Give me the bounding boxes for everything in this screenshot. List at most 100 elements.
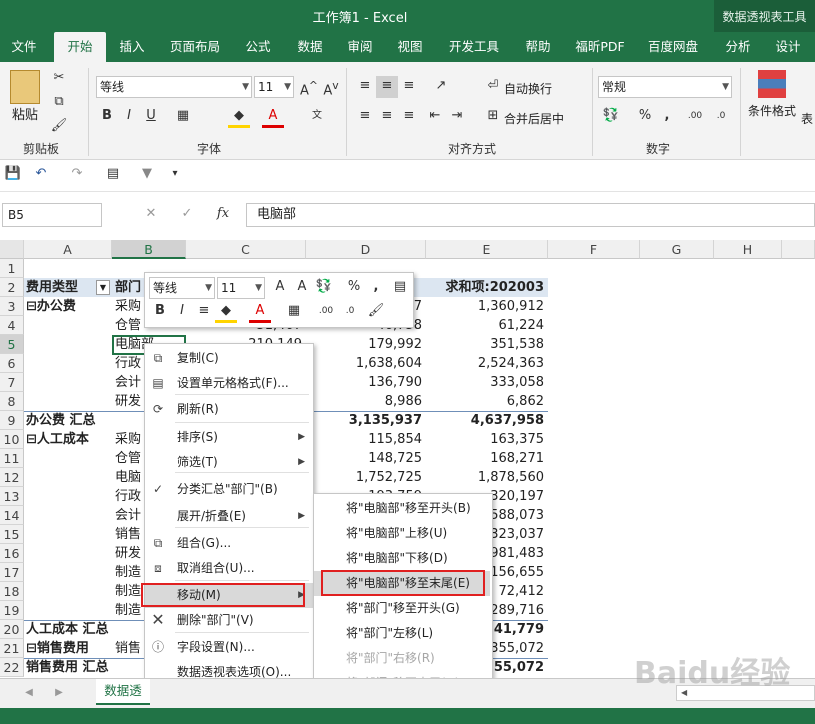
- wrap-text-button[interactable]: 自动换行: [504, 80, 552, 97]
- column-header-d[interactable]: D: [306, 240, 426, 259]
- filter-dropdown-icon[interactable]: ▼: [96, 280, 110, 295]
- field-header-dept[interactable]: 部门: [115, 278, 141, 297]
- accounting-format-icon[interactable]: 💱: [600, 106, 622, 128]
- pivot-cell-e8[interactable]: 6,862: [426, 392, 548, 411]
- tab-help[interactable]: 帮助: [516, 32, 560, 62]
- filter-icon[interactable]: ▼: [136, 164, 158, 186]
- row-header[interactable]: 4: [0, 316, 24, 335]
- pivot-cell-d9[interactable]: 3,135,937: [306, 411, 426, 430]
- font-color-icon[interactable]: A: [262, 106, 284, 128]
- column-header-e[interactable]: E: [426, 240, 548, 259]
- number-format-combo[interactable]: 常规 ▼: [598, 76, 732, 98]
- cancel-icon[interactable]: ✕: [140, 204, 162, 226]
- prev-sheet-icon[interactable]: ◀: [18, 683, 40, 705]
- context-menu-item[interactable]: ⧉ 组合(G)...: [145, 531, 313, 556]
- row-header[interactable]: 3: [0, 297, 24, 316]
- column-header-f[interactable]: F: [548, 240, 640, 259]
- mini-grow-font-icon[interactable]: A: [269, 277, 291, 299]
- pivot-cell-d7[interactable]: 136,790: [306, 373, 426, 392]
- context-menu-item[interactable]: 展开/折叠(E) ▶: [145, 504, 313, 529]
- mini-font-color-icon[interactable]: A: [249, 301, 271, 323]
- row-header[interactable]: 20: [0, 620, 24, 639]
- cut-icon[interactable]: ✂: [48, 68, 70, 90]
- row-header[interactable]: 17: [0, 563, 24, 582]
- submenu-item[interactable]: 将"部门"左移(L): [314, 621, 490, 646]
- grow-font-icon[interactable]: A^: [298, 76, 320, 98]
- pivot-cell-d8[interactable]: 8,986: [306, 392, 426, 411]
- borders-icon[interactable]: ▦: [172, 106, 194, 128]
- row-header[interactable]: 11: [0, 449, 24, 468]
- column-header-i[interactable]: [782, 240, 815, 259]
- align-middle-icon[interactable]: ≡: [376, 76, 398, 98]
- redo-icon[interactable]: ↷: [66, 164, 88, 186]
- row-header[interactable]: 13: [0, 487, 24, 506]
- mini-borders-icon[interactable]: ▦: [283, 301, 305, 323]
- tab-page-layout[interactable]: 页面布局: [162, 32, 228, 62]
- tab-view[interactable]: 视图: [388, 32, 432, 62]
- align-right-icon[interactable]: ≡: [398, 106, 420, 128]
- decrease-decimal-icon[interactable]: .0: [710, 106, 732, 128]
- comma-style-icon[interactable]: ,: [656, 106, 678, 128]
- mini-fill-color-icon[interactable]: ◆: [215, 301, 237, 323]
- fill-color-icon[interactable]: ◆: [228, 106, 250, 128]
- tab-foxit-pdf[interactable]: 福昕PDF: [568, 32, 632, 62]
- context-menu-item[interactable]: ✕ 删除"部门"(V): [145, 608, 313, 633]
- row-header[interactable]: 22: [0, 658, 24, 677]
- column-header-a[interactable]: A: [24, 240, 112, 259]
- context-menu-item[interactable]: ✓ 分类汇总"部门"(B): [145, 477, 313, 502]
- field-header-sum[interactable]: 求和项:202003: [426, 278, 548, 297]
- submenu-item[interactable]: 将"部门"移至开头(G): [314, 596, 490, 621]
- decrease-indent-icon[interactable]: ⇤: [424, 106, 446, 128]
- submenu-item[interactable]: 将"电脑部"上移(U): [314, 521, 490, 546]
- save-icon[interactable]: 💾: [2, 164, 24, 186]
- pivot-cell-a20[interactable]: 人工成本 汇总: [26, 620, 114, 639]
- tab-insert[interactable]: 插入: [110, 32, 154, 62]
- merge-center-icon[interactable]: ⊞: [482, 106, 504, 128]
- pivot-cell-d5[interactable]: 179,992: [306, 335, 426, 354]
- pivot-cell-d6[interactable]: 1,638,604: [306, 354, 426, 373]
- conditional-formatting-button[interactable]: 条件格式: [748, 102, 796, 119]
- copy-icon[interactable]: ⧉: [48, 92, 70, 114]
- row-header[interactable]: 7: [0, 373, 24, 392]
- row-header[interactable]: 16: [0, 544, 24, 563]
- row-header[interactable]: 1: [0, 259, 24, 278]
- paste-button[interactable]: 粘贴: [12, 104, 38, 123]
- align-left-icon[interactable]: ≡: [354, 106, 376, 128]
- row-header[interactable]: 6: [0, 354, 24, 373]
- underline-icon[interactable]: U: [140, 106, 162, 128]
- row-header[interactable]: 14: [0, 506, 24, 525]
- pivot-cell-e6[interactable]: 2,524,363: [426, 354, 548, 373]
- pivot-cell-a22[interactable]: 销售费用 汇总: [26, 658, 114, 677]
- increase-decimal-icon[interactable]: .00: [684, 106, 706, 128]
- shrink-font-icon[interactable]: Av: [320, 76, 342, 98]
- align-center-icon[interactable]: ≡: [376, 106, 398, 128]
- row-header[interactable]: 15: [0, 525, 24, 544]
- row-header[interactable]: 5: [0, 335, 24, 354]
- align-top-icon[interactable]: ≡: [354, 76, 376, 98]
- tab-developer[interactable]: 开发工具: [440, 32, 508, 62]
- percent-icon[interactable]: %: [634, 106, 656, 128]
- tab-file[interactable]: 文件: [0, 32, 48, 62]
- tab-review[interactable]: 审阅: [340, 32, 380, 62]
- context-menu-item[interactable]: ⓘ 字段设置(N)...: [145, 635, 313, 660]
- pivot-cell-a10[interactable]: ⊟人工成本: [26, 430, 114, 449]
- mini-format-table-icon[interactable]: ▤: [389, 277, 411, 299]
- row-header[interactable]: 18: [0, 582, 24, 601]
- mini-bold-icon[interactable]: B: [149, 301, 171, 323]
- tab-data[interactable]: 数据: [288, 32, 332, 62]
- pivot-cell-d11[interactable]: 148,725: [306, 449, 426, 468]
- tab-design[interactable]: 设计: [766, 32, 810, 62]
- mini-percent-icon[interactable]: %: [343, 277, 365, 299]
- tab-home[interactable]: 开始: [54, 32, 106, 62]
- row-header[interactable]: 19: [0, 601, 24, 620]
- column-header-c[interactable]: C: [186, 240, 306, 259]
- pivot-cell-e12[interactable]: 1,878,560: [426, 468, 548, 487]
- orientation-icon[interactable]: ↗: [430, 76, 452, 98]
- undo-icon[interactable]: ↶: [30, 164, 52, 186]
- row-header[interactable]: 12: [0, 468, 24, 487]
- mini-italic-icon[interactable]: I: [171, 301, 193, 323]
- pivot-cell-d10[interactable]: 115,854: [306, 430, 426, 449]
- pivot-cell-e7[interactable]: 333,058: [426, 373, 548, 392]
- mini-format-painter-icon[interactable]: 🖌: [365, 301, 387, 323]
- context-menu-item[interactable]: 排序(S) ▶: [145, 425, 313, 450]
